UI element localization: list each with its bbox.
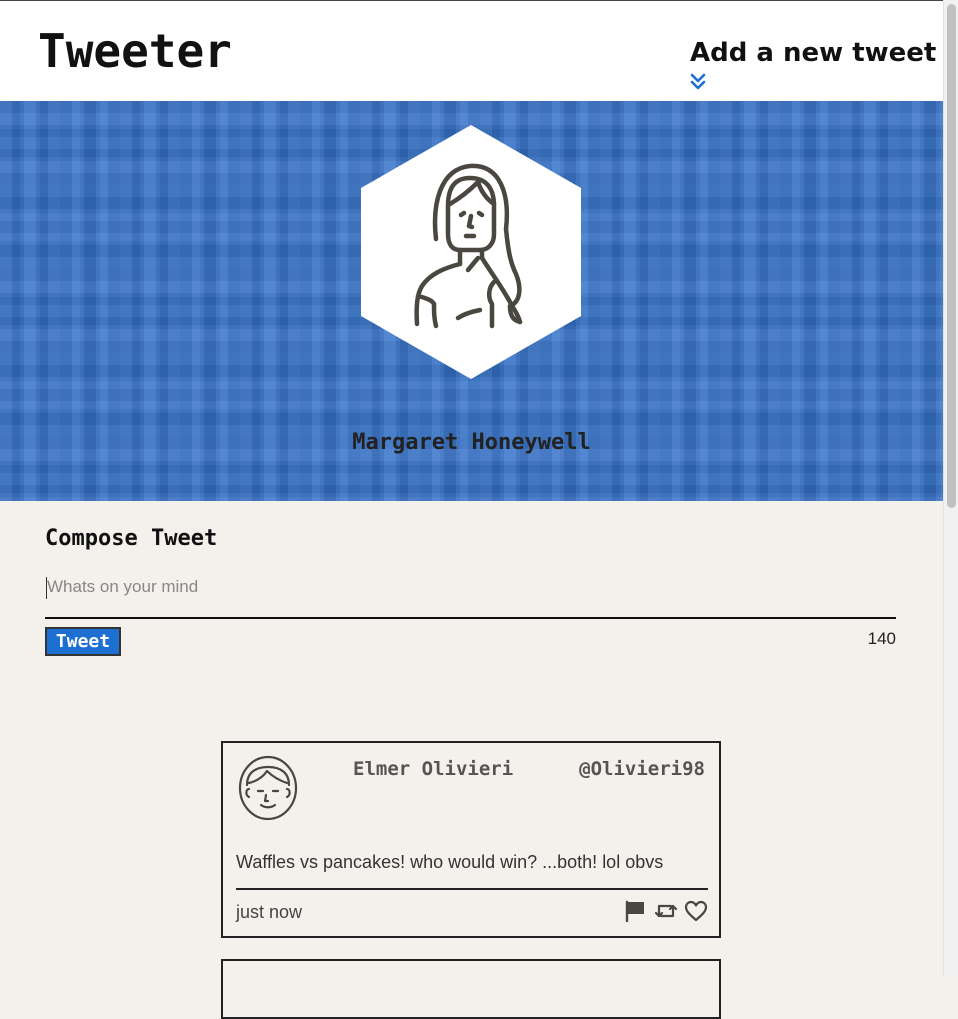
scrollbar-thumb[interactable] [947,4,956,508]
tweet-actions [624,900,708,922]
add-new-tweet-label: Add a new tweet [690,38,937,68]
retweet-icon[interactable] [654,900,678,922]
tweet-author: Elmer Olivieri [353,758,514,780]
woman-avatar-icon [361,125,581,379]
text-caret [46,577,47,599]
top-nav: Tweeter Add a new tweet [0,1,943,101]
tweet-content: Waffles vs pancakes! who would win? ...b… [236,852,664,872]
man-avatar-icon [238,755,298,821]
profile-header: Margaret Honeywell [0,101,943,501]
heart-icon[interactable] [684,900,708,922]
char-counter: 140 [867,629,896,648]
compose-title: Compose Tweet [45,526,218,551]
tweet-handle: @Olivieri98 [579,758,705,780]
tweet-footer: just now [236,888,708,930]
tweet-input[interactable] [45,573,896,619]
page-scrollbar[interactable] [943,0,958,977]
brand-logo[interactable]: Tweeter [38,25,232,77]
add-new-tweet-button[interactable]: Add a new tweet [690,37,937,90]
chevron-double-down-icon[interactable] [690,73,706,91]
page: Tweeter Add a new tweet Margaret Honeywe… [0,0,943,1019]
flag-icon[interactable] [624,900,648,922]
tweet-button[interactable]: Tweet [45,627,121,656]
tweet-timestamp: just now [236,902,303,922]
tweet-card-partial [221,959,721,1019]
tweet-card: Elmer Olivieri @Olivieri98 Waffles vs pa… [221,741,721,938]
profile-name: Margaret Honeywell [352,430,591,455]
